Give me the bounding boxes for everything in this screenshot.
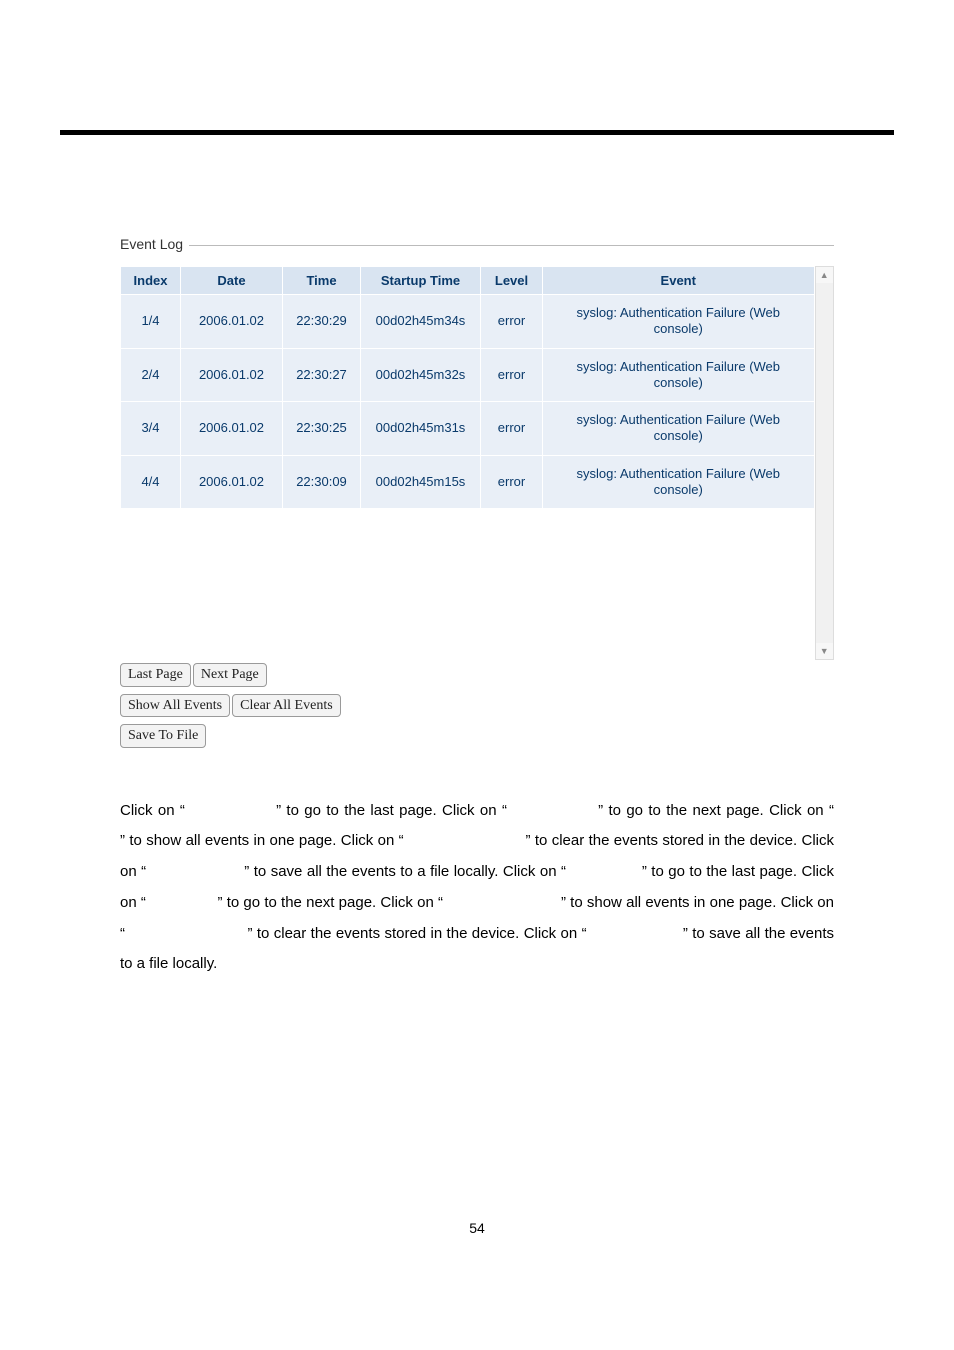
cell-level: error [481, 455, 543, 509]
cell-index: 2/4 [121, 348, 181, 402]
table-header-row: Index Date Time Startup Time Level Event [121, 267, 815, 295]
header-divider [60, 130, 894, 135]
table-row: 4/4 2006.01.02 22:30:09 00d02h45m15s err… [121, 455, 815, 509]
cell-level: error [481, 402, 543, 456]
cell-date: 2006.01.02 [181, 348, 283, 402]
event-log-legend: Event Log [120, 236, 189, 252]
page-number: 54 [0, 1220, 954, 1236]
col-date: Date [181, 267, 283, 295]
cell-date: 2006.01.02 [181, 295, 283, 349]
scroll-down-icon[interactable]: ▼ [816, 643, 834, 659]
cell-event: syslog: Authentication Failure (Web cons… [543, 348, 815, 402]
cell-event: syslog: Authentication Failure (Web cons… [543, 402, 815, 456]
cell-startup: 00d02h45m32s [361, 348, 481, 402]
event-log-table: Index Date Time Startup Time Level Event… [120, 266, 815, 660]
event-log-fieldset: Event Log Index Date Time Startup T [120, 245, 834, 756]
cell-level: error [481, 295, 543, 349]
col-index: Index [121, 267, 181, 295]
cell-event: syslog: Authentication Failure (Web cons… [543, 455, 815, 509]
table-row: 1/4 2006.01.02 22:30:29 00d02h45m34s err… [121, 295, 815, 349]
cell-level: error [481, 348, 543, 402]
scroll-up-icon[interactable]: ▲ [816, 267, 834, 283]
col-event: Event [543, 267, 815, 295]
show-all-events-button[interactable]: Show All Events [120, 694, 230, 718]
save-to-file-button[interactable]: Save To File [120, 724, 206, 748]
table-row: 2/4 2006.01.02 22:30:27 00d02h45m32s err… [121, 348, 815, 402]
cell-index: 4/4 [121, 455, 181, 509]
cell-index: 1/4 [121, 295, 181, 349]
last-page-button[interactable]: Last Page [120, 663, 191, 687]
cell-index: 3/4 [121, 402, 181, 456]
table-spacer [121, 509, 815, 660]
col-level: Level [481, 267, 543, 295]
cell-date: 2006.01.02 [181, 455, 283, 509]
cell-time: 22:30:27 [283, 348, 361, 402]
cell-event: syslog: Authentication Failure (Web cons… [543, 295, 815, 349]
cell-startup: 00d02h45m34s [361, 295, 481, 349]
cell-date: 2006.01.02 [181, 402, 283, 456]
col-time: Time [283, 267, 361, 295]
description-paragraph: Click on “ ” to go to the last page. Cli… [120, 796, 834, 981]
cell-startup: 00d02h45m15s [361, 455, 481, 509]
table-row: 3/4 2006.01.02 22:30:25 00d02h45m31s err… [121, 402, 815, 456]
next-page-button[interactable]: Next Page [193, 663, 267, 687]
cell-time: 22:30:09 [283, 455, 361, 509]
clear-all-events-button[interactable]: Clear All Events [232, 694, 341, 718]
cell-time: 22:30:25 [283, 402, 361, 456]
cell-time: 22:30:29 [283, 295, 361, 349]
cell-startup: 00d02h45m31s [361, 402, 481, 456]
table-scrollbar[interactable]: ▲ ▼ [815, 266, 835, 660]
col-startup: Startup Time [361, 267, 481, 295]
